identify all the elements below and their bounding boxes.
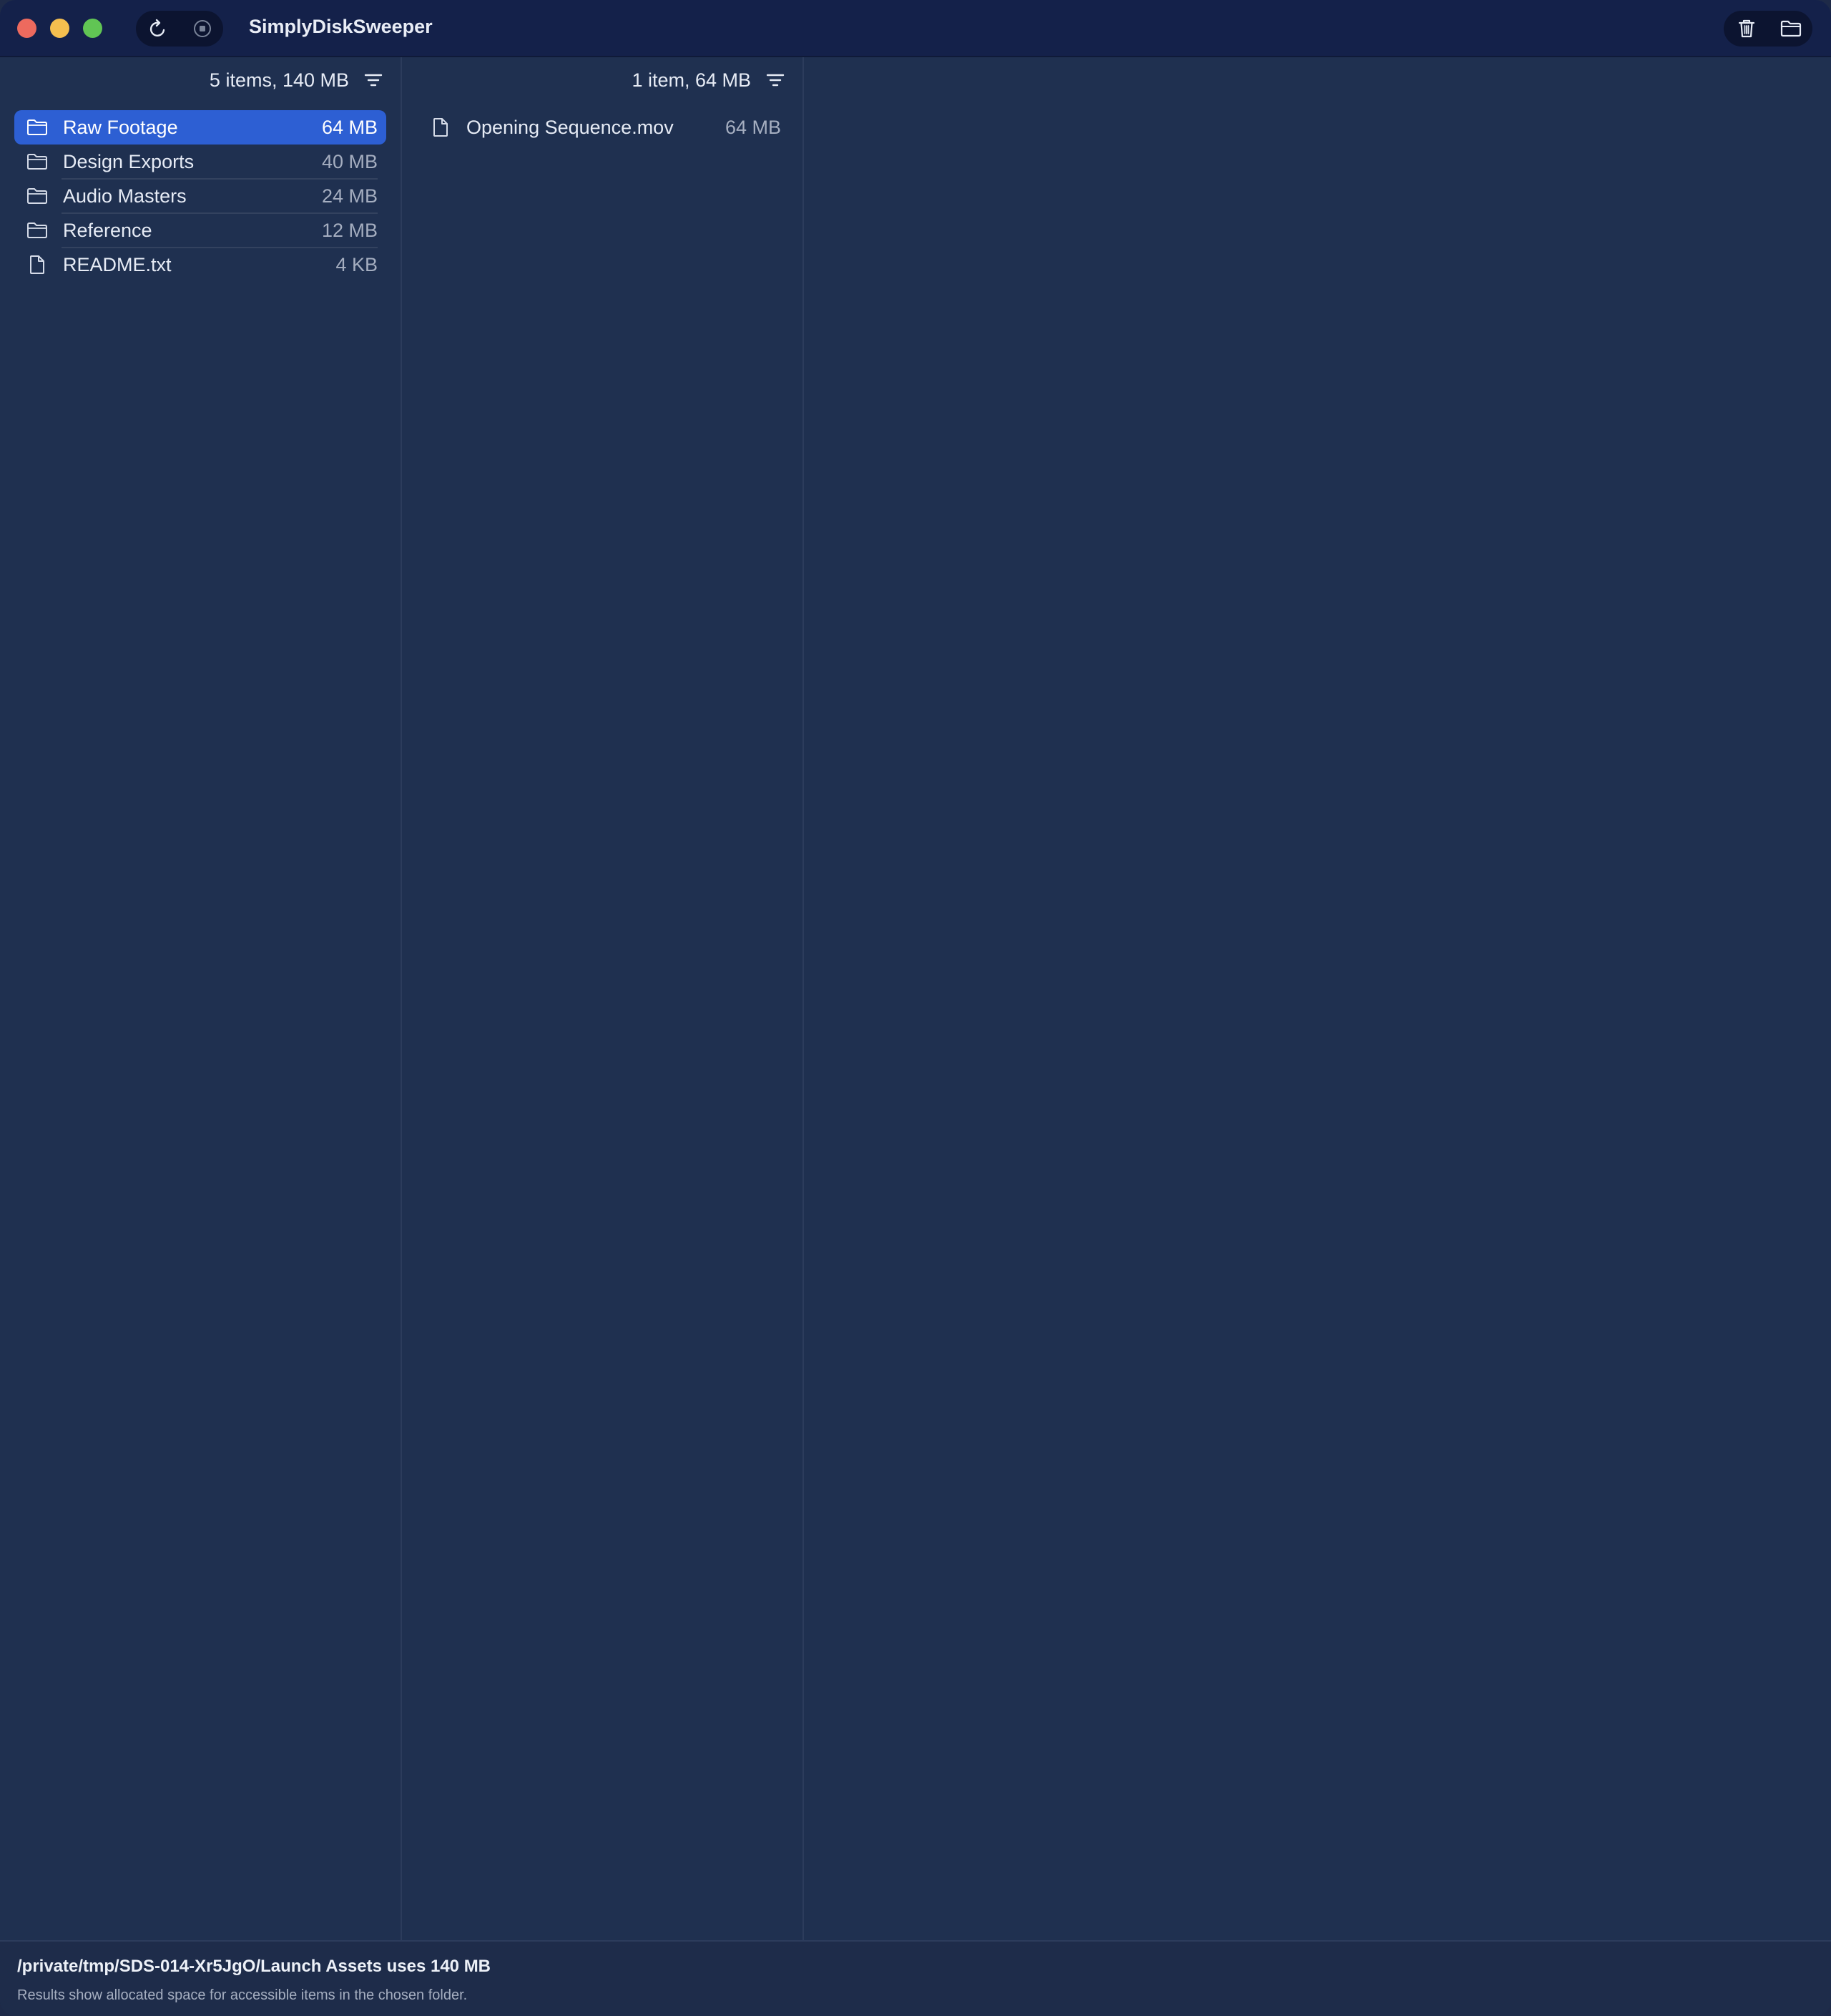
list-item-readme[interactable]: README.txt 4 KB — [14, 248, 386, 282]
browser-column-2: 1 item, 64 MB Opening Sequence.mov 64 MB — [402, 57, 804, 1940]
app-title: SimplyDiskSweeper — [249, 16, 433, 37]
stop-button[interactable] — [190, 16, 215, 41]
sort-icon — [766, 74, 785, 87]
delete-button[interactable] — [1734, 16, 1759, 41]
status-bar: /private/tmp/SDS-014-Xr5JgO/Launch Asset… — [0, 1940, 1831, 2016]
folder-icon — [26, 186, 49, 206]
scan-controls — [136, 11, 223, 47]
item-size: 12 MB — [321, 220, 378, 241]
action-controls — [1724, 11, 1812, 47]
status-note: Results show allocated space for accessi… — [17, 1987, 468, 2003]
folder-icon — [26, 117, 49, 137]
item-name: Reference — [63, 220, 152, 241]
folder-icon — [26, 220, 49, 240]
item-size: 24 MB — [321, 185, 378, 207]
item-name: Design Exports — [63, 151, 195, 172]
refresh-button[interactable] — [146, 16, 170, 41]
column-2-list: Opening Sequence.mov 64 MB — [418, 110, 790, 145]
item-size: 64 MB — [725, 117, 781, 138]
stop-icon — [194, 20, 211, 37]
sort-button[interactable] — [765, 72, 785, 89]
item-name: README.txt — [63, 254, 172, 275]
choose-folder-button[interactable] — [1778, 16, 1804, 41]
close-window-button[interactable] — [17, 19, 36, 38]
title-bar: SimplyDiskSweeper — [0, 0, 1831, 57]
list-item-audio-masters[interactable]: Audio Masters 24 MB — [14, 179, 386, 214]
list-item-opening-sequence[interactable]: Opening Sequence.mov 64 MB — [418, 110, 790, 145]
item-name: Audio Masters — [63, 185, 187, 207]
column-2-summary: 1 item, 64 MB — [632, 69, 751, 91]
list-item-design-exports[interactable]: Design Exports 40 MB — [14, 145, 386, 180]
item-size: 4 KB — [335, 254, 378, 275]
file-icon — [429, 117, 452, 137]
status-path-summary: /private/tmp/SDS-014-Xr5JgO/Launch Asset… — [17, 1957, 491, 1976]
maximize-window-button[interactable] — [83, 19, 102, 38]
item-size: 40 MB — [321, 151, 378, 172]
item-name: Raw Footage — [63, 117, 178, 138]
item-size: 64 MB — [321, 117, 378, 138]
trash-icon — [1738, 19, 1755, 38]
list-item-reference[interactable]: Reference 12 MB — [14, 213, 386, 248]
browser-column-1: 5 items, 140 MB Raw Footage 64 MB Design… — [0, 57, 402, 1940]
sort-button[interactable] — [363, 72, 383, 89]
sort-icon — [364, 74, 383, 87]
browser-column-3 — [804, 57, 1831, 1940]
app-window: SimplyDiskSweeper 5 items, 140 MB Raw Fo… — [0, 0, 1831, 2016]
minimize-window-button[interactable] — [50, 19, 69, 38]
column-1-list: Raw Footage 64 MB Design Exports 40 MB A… — [14, 110, 386, 282]
item-name: Opening Sequence.mov — [466, 117, 674, 138]
folder-icon — [1780, 20, 1802, 37]
column-1-header: 5 items, 140 MB — [210, 66, 383, 94]
column-2-header: 1 item, 64 MB — [632, 66, 785, 94]
refresh-icon — [149, 19, 165, 36]
folder-icon — [26, 152, 49, 172]
list-item-raw-footage[interactable]: Raw Footage 64 MB — [14, 110, 386, 145]
file-icon — [26, 255, 49, 275]
column-1-summary: 5 items, 140 MB — [209, 69, 349, 91]
